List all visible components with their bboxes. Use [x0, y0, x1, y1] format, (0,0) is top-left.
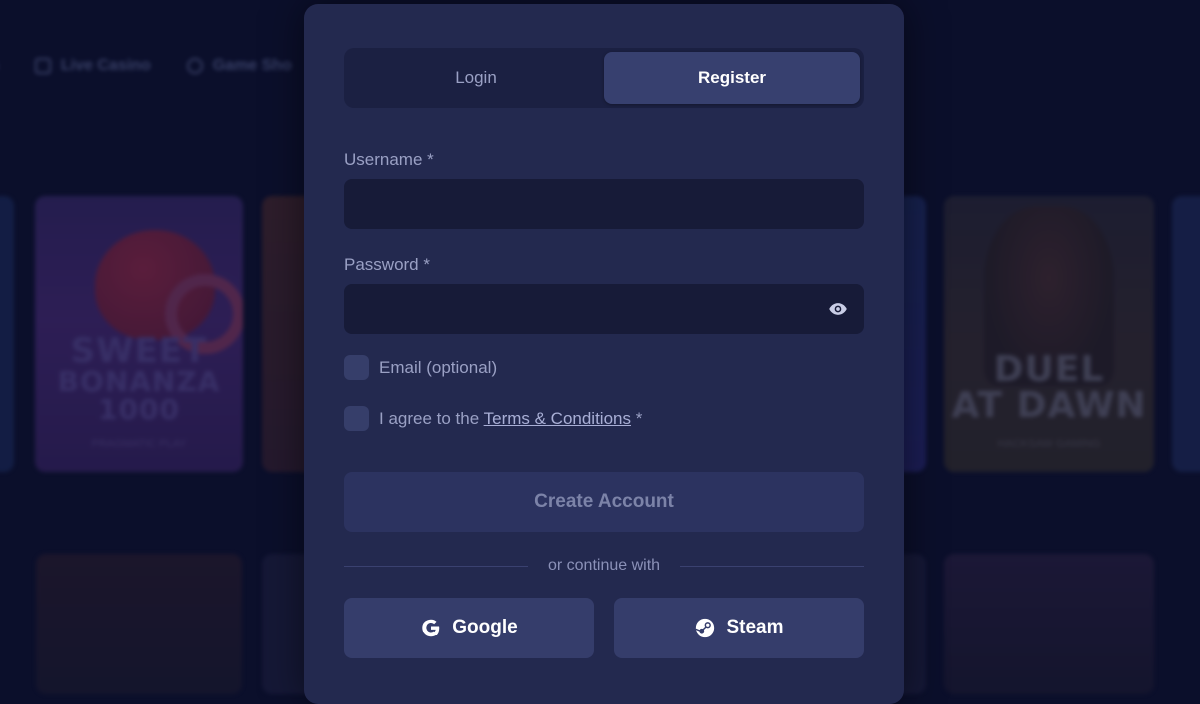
terms-label: I agree to the Terms & Conditions * [379, 409, 642, 429]
game-card-row2 [944, 554, 1154, 694]
divider: or continue with [344, 556, 864, 576]
username-label: Username * [344, 150, 434, 170]
divider-line [344, 566, 528, 567]
divider-text: or continue with [548, 557, 660, 575]
game-show-icon [187, 58, 203, 74]
google-button[interactable]: Google [344, 598, 594, 658]
steam-icon [694, 617, 716, 639]
game-card-edge-right [1172, 196, 1200, 472]
terms-link[interactable]: Terms & Conditions [484, 409, 631, 428]
tab-login[interactable]: Login [348, 52, 604, 104]
game-card-duel-at-dawn: DUEL AT DAWN HACKSAW GAMING [944, 196, 1154, 472]
password-label: Password * [344, 255, 430, 275]
register-modal: Login Register Username * Password * Ema… [304, 4, 904, 704]
password-input[interactable] [344, 284, 864, 334]
nav-item-live-casino: Live Casino [35, 57, 151, 75]
auth-tabs: Login Register [344, 48, 864, 108]
email-optional-row[interactable]: Email (optional) [344, 355, 497, 380]
game-card-provider: HACKSAW GAMING [998, 438, 1101, 450]
email-optional-label: Email (optional) [379, 358, 497, 378]
game-card-title: SWEET BONANZA 1000 [58, 334, 221, 424]
eye-icon[interactable] [828, 299, 848, 319]
game-card-row2 [36, 554, 242, 694]
tab-register[interactable]: Register [604, 52, 860, 104]
game-card-provider: PRAGMATIC PLAY [92, 438, 187, 450]
email-optional-checkbox[interactable] [344, 355, 369, 380]
terms-checkbox[interactable] [344, 406, 369, 431]
nav-item-game-show: Game Sho [187, 57, 292, 75]
create-account-button[interactable]: Create Account [344, 472, 864, 532]
steam-button[interactable]: Steam [614, 598, 864, 658]
google-label: Google [452, 617, 517, 639]
game-card-edge-left [0, 196, 14, 472]
google-icon [420, 617, 442, 639]
username-input[interactable] [344, 179, 864, 229]
terms-row: I agree to the Terms & Conditions * [344, 406, 642, 431]
divider-line [680, 566, 864, 567]
steam-label: Steam [726, 617, 783, 639]
background-nav: s Live Casino Game Sho [0, 52, 292, 80]
game-card-title: DUEL AT DAWN [951, 352, 1146, 424]
game-card-sweet-bonanza: SWEET BONANZA 1000 PRAGMATIC PLAY [35, 196, 243, 472]
live-casino-icon [35, 58, 51, 74]
